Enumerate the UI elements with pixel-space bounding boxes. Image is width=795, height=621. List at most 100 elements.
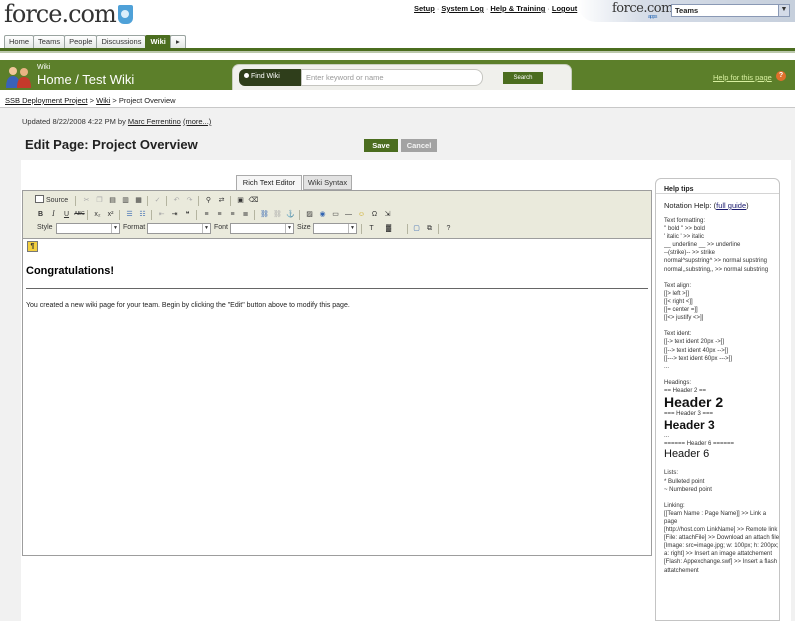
format-select[interactable]: ▼ xyxy=(147,223,211,234)
copy-icon[interactable]: ❐ xyxy=(94,195,105,206)
help-line: [Image: src=image.jpg; w: 100px; h: 200p… xyxy=(664,543,779,558)
full-guide-link[interactable]: full guide xyxy=(716,201,746,210)
paste-text-icon[interactable]: ▥ xyxy=(120,195,131,206)
bulleted-list-icon[interactable]: ☷ xyxy=(137,209,148,220)
help-line: [Flash: Appexchange.swf] >> Insert a fla… xyxy=(664,559,778,574)
help-line: ... xyxy=(664,363,670,370)
cut-icon[interactable]: ✂ xyxy=(81,195,92,206)
background-color-icon[interactable]: ▓ xyxy=(383,223,394,234)
subscript-icon[interactable]: x₂ xyxy=(92,209,103,220)
paste-word-icon[interactable]: ▦ xyxy=(133,195,144,206)
maximize-icon[interactable]: ▢ xyxy=(411,223,422,234)
edit-area[interactable]: ¶ Congratulations! You created a new wik… xyxy=(23,240,651,555)
align-justify-icon[interactable]: ≣ xyxy=(240,209,251,220)
tab-teams[interactable]: Teams xyxy=(33,35,66,48)
breadcrumb-wiki-link[interactable]: Wiki xyxy=(96,96,110,105)
about-icon[interactable]: ? xyxy=(443,223,454,234)
tab-wiki[interactable]: Wiki xyxy=(145,35,171,48)
app-selector[interactable]: Teams ▼ xyxy=(671,4,790,17)
search-box: Find Wiki Search xyxy=(232,64,572,90)
help-for-page-link[interactable]: Help for this page xyxy=(713,73,772,82)
help-training-link[interactable]: Help & Training xyxy=(490,4,545,13)
bold-icon[interactable]: B xyxy=(35,209,46,220)
content-body: You created a new wiki page for your tea… xyxy=(26,302,350,309)
paste-icon[interactable]: ▤ xyxy=(107,195,118,206)
help-line: --(strike)-- >> strike xyxy=(664,250,715,257)
italic-icon[interactable]: I xyxy=(48,209,59,220)
help-icon[interactable]: ? xyxy=(776,71,786,81)
help-line: [[--> text ident 40px -->]] xyxy=(664,347,729,354)
cancel-button[interactable]: Cancel xyxy=(401,139,437,152)
tab-discussions[interactable]: Discussions xyxy=(96,35,147,48)
chevron-down-icon[interactable]: ▼ xyxy=(285,224,293,233)
table-icon[interactable]: ▭ xyxy=(330,209,341,220)
tab-people[interactable]: People xyxy=(64,35,98,48)
search-input[interactable] xyxy=(301,69,483,86)
chevron-down-icon[interactable]: ▼ xyxy=(111,224,119,233)
underline-icon[interactable]: U xyxy=(61,209,72,220)
align-right-icon[interactable]: ≡ xyxy=(227,209,238,220)
cup-icon xyxy=(117,5,133,24)
redo-icon[interactable]: ↷ xyxy=(184,195,195,206)
updated-info: Updated 8/22/2008 4:22 PM by Marc Ferren… xyxy=(22,117,211,126)
logout-link[interactable]: Logout xyxy=(552,4,577,13)
people-icon xyxy=(6,67,31,88)
help-line: [[< right <]] xyxy=(664,298,693,305)
tab-more[interactable]: ▸ xyxy=(169,35,186,48)
find-icon[interactable]: ⚲ xyxy=(203,195,214,206)
superscript-icon[interactable]: x² xyxy=(105,209,116,220)
image-icon[interactable]: ▨ xyxy=(304,209,315,220)
chevron-down-icon[interactable]: ▼ xyxy=(778,5,789,16)
blockquote-icon[interactable]: ❝ xyxy=(182,209,193,220)
find-wiki-tab[interactable]: Find Wiki xyxy=(239,69,301,86)
style-select[interactable]: ▼ xyxy=(56,223,120,234)
strike-icon[interactable]: ABC xyxy=(74,209,85,220)
replace-icon[interactable]: ⇄ xyxy=(216,195,227,206)
help-line: [[Team Name : Page Name]] >> Link a page xyxy=(664,510,767,525)
page-break-icon[interactable]: ⇲ xyxy=(382,209,393,220)
smiley-icon[interactable]: ☺ xyxy=(356,209,367,220)
special-char-icon[interactable]: Ω xyxy=(369,209,380,220)
notation-help: Notation Help: (full guide) xyxy=(664,201,749,210)
tab-wiki-syntax[interactable]: Wiki Syntax xyxy=(303,175,352,190)
help-line: Linking: xyxy=(664,502,685,509)
help-line: Lists: xyxy=(664,470,679,477)
show-blocks-icon[interactable]: ⧉ xyxy=(424,223,435,234)
spellcheck-icon[interactable]: ✓ xyxy=(152,195,163,206)
search-button[interactable]: Search xyxy=(503,72,543,84)
unlink-icon[interactable]: ⛓ xyxy=(272,209,283,220)
system-log-link[interactable]: System Log xyxy=(441,4,484,13)
tab-home[interactable]: Home xyxy=(4,35,35,48)
breadcrumb-project-link[interactable]: SSB Deployment Project xyxy=(5,96,88,105)
remove-format-icon[interactable]: ⌫ xyxy=(248,195,259,206)
size-select[interactable]: ▼ xyxy=(313,223,357,234)
more-link[interactable]: (more...) xyxy=(183,117,211,126)
anchor-icon[interactable]: ⚓ xyxy=(285,209,296,220)
align-center-icon[interactable]: ≡ xyxy=(214,209,225,220)
font-select[interactable]: ▼ xyxy=(230,223,294,234)
link-icon[interactable]: ⛓ xyxy=(259,209,270,220)
breadcrumb: SSB Deployment Project > Wiki > Project … xyxy=(5,96,176,105)
help-spacer xyxy=(664,322,779,330)
text-color-icon[interactable]: T xyxy=(366,223,377,234)
flash-icon[interactable]: ◉ xyxy=(317,209,328,220)
horizontal-rule-icon[interactable]: ― xyxy=(343,209,354,220)
help-line: Text ident: xyxy=(664,331,692,338)
top-links: Setup · System Log · Help & Training · Logout xyxy=(414,4,577,13)
chevron-down-icon[interactable]: ▼ xyxy=(348,224,356,233)
numbered-list-icon[interactable]: ☰ xyxy=(124,209,135,220)
chevron-down-icon[interactable]: ▼ xyxy=(202,224,210,233)
select-all-icon[interactable]: ▣ xyxy=(235,195,246,206)
tab-underline-shadow xyxy=(0,51,795,53)
save-button[interactable]: Save xyxy=(364,139,398,152)
help-spacer xyxy=(664,461,779,469)
tab-rich-text-editor[interactable]: Rich Text Editor xyxy=(236,175,302,190)
help-line: ' italic ' >> italic xyxy=(664,234,704,241)
outdent-icon[interactable]: ⇤ xyxy=(156,209,167,220)
indent-icon[interactable]: ⇥ xyxy=(169,209,180,220)
align-left-icon[interactable]: ≡ xyxy=(201,209,212,220)
help-spacer xyxy=(664,494,779,502)
user-link[interactable]: Marc Ferrentino xyxy=(128,117,181,126)
setup-link[interactable]: Setup xyxy=(414,4,435,13)
undo-icon[interactable]: ↶ xyxy=(171,195,182,206)
